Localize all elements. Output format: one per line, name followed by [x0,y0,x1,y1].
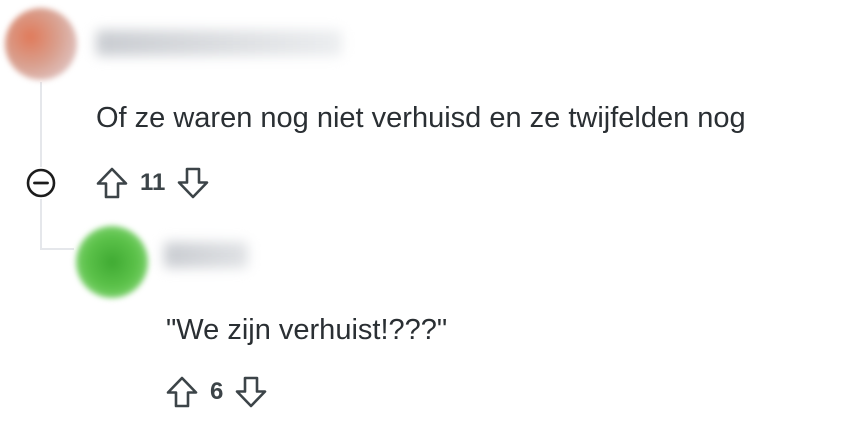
avatar[interactable] [5,8,77,80]
thread-line-branch [40,248,74,250]
comment-body: "We zijn verhuist!???" [166,314,448,346]
collapse-button[interactable] [25,167,57,199]
username[interactable] [164,242,248,268]
downvote-arrow-icon [236,376,267,408]
avatar[interactable] [76,226,148,298]
downvote-arrow-icon [178,167,209,199]
comment-body: Of ze waren nog niet verhuisd en ze twij… [96,102,746,134]
thread-line-vertical [40,82,42,250]
username[interactable] [96,30,342,56]
downvote-button[interactable] [233,374,269,410]
vote-controls: 6 [164,374,269,410]
vote-controls: 11 [94,165,211,201]
vote-count: 6 [210,378,224,405]
downvote-button[interactable] [175,165,211,201]
upvote-button[interactable] [164,374,200,410]
collapse-minus-icon [26,168,56,198]
upvote-arrow-icon [96,167,128,199]
vote-count: 11 [140,169,166,196]
upvote-button[interactable] [94,165,130,201]
upvote-arrow-icon [166,376,198,408]
